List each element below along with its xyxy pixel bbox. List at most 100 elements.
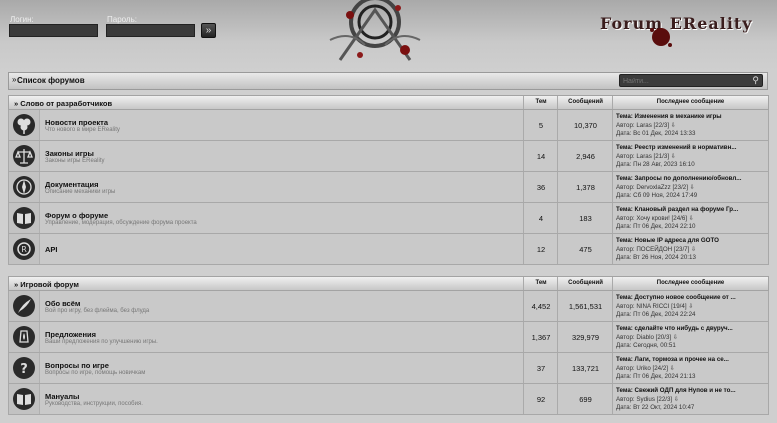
- last-post-info: Тема: Изменения в механике игры Автор: La…: [616, 113, 766, 139]
- last-post-info: Тема: Новые IP адреса для GOTO Автор: ПОС…: [616, 237, 766, 263]
- category-title[interactable]: » Игровой форум: [14, 280, 79, 289]
- password-label: Пароль:: [107, 15, 137, 24]
- forum-description: Описание механики игры: [45, 189, 116, 195]
- forum-icon-cell: [9, 291, 40, 321]
- forum-row: Документация Описание механики игры 36 1,37…: [8, 172, 769, 203]
- topic-count: 4: [538, 214, 544, 223]
- last-post-topic-link[interactable]: Тема: сделайте что нибудь с двуруч...: [616, 325, 766, 334]
- topic-count: 12: [536, 245, 546, 254]
- forum-name-link[interactable]: Форум о форуме: [45, 211, 108, 220]
- last-post-date: Дата: Вс 01 Дек, 2024 13:33: [616, 130, 696, 137]
- forum-name-link[interactable]: Документация: [45, 180, 99, 189]
- forum-icon-cell: [9, 203, 40, 233]
- post-count: 133,721: [571, 364, 600, 373]
- last-post-topic-link[interactable]: Тема: Изменения в механике игры: [616, 113, 766, 122]
- forum-icon-cell: ?: [9, 353, 40, 383]
- category-header: » Слово от разработчиков Тем Сообщений П…: [8, 95, 769, 110]
- last-post-column-header: Последнее сообщение: [656, 280, 725, 286]
- forum-name-link[interactable]: Предложения: [45, 330, 96, 339]
- forum-name-link[interactable]: Законы игры: [45, 149, 94, 158]
- login-submit-button[interactable]: »: [201, 23, 216, 38]
- last-post-author[interactable]: Автор: Laras [22/3] ⇩: [616, 122, 766, 131]
- last-post-author[interactable]: Автор: Uriko [24/2] ⇩: [616, 365, 766, 374]
- topic-count: 14: [536, 152, 546, 161]
- last-post-topic-link[interactable]: Тема: Свежий ОДП для Нупов и не то...: [616, 387, 766, 396]
- category-header: » Игровой форум Тем Сообщений Последнее …: [8, 276, 769, 291]
- scales-icon: [13, 145, 35, 167]
- forum-name-link[interactable]: Обо всём: [45, 299, 80, 308]
- topic-count: 4,452: [531, 302, 551, 311]
- last-post-topic-link[interactable]: Тема: Лаги, тормоза и прочее на се...: [616, 356, 766, 365]
- lantern-icon: [13, 326, 35, 348]
- post-count: 2,946: [576, 152, 595, 161]
- forum-index-link[interactable]: Список форумов: [17, 76, 85, 85]
- last-post-date: Дата: Сегодня, 00:51: [616, 342, 676, 349]
- search-input[interactable]: [623, 76, 743, 86]
- book-icon: [13, 207, 35, 229]
- book-icon: [13, 388, 35, 410]
- forum-name-link[interactable]: Новости проекта: [45, 118, 108, 127]
- last-post-topic-link[interactable]: Тема: Клановый раздел на форуме Гр...: [616, 206, 766, 215]
- forum-name-link[interactable]: Вопросы по игре: [45, 361, 109, 370]
- blood-splat-icon: [650, 28, 672, 47]
- last-post-author[interactable]: Автор: Sydius [22/3] ⇩: [616, 396, 766, 405]
- forum-description: Ваши предложения по улучшению игры.: [45, 339, 158, 345]
- forum-row: ? Вопросы по игре Вопросы по игре, помощь …: [8, 353, 769, 384]
- last-post-author[interactable]: Автор: Laras [21/3] ⇩: [616, 153, 766, 162]
- quill-icon: [13, 295, 35, 317]
- forum-icon-cell: R: [9, 234, 40, 264]
- post-count: 475: [579, 245, 592, 254]
- last-post-author[interactable]: Автор: Diablo [20/3] ⇩: [616, 334, 766, 343]
- last-post-date: Дата: Сб 09 Ноя, 2024 17:49: [616, 192, 698, 199]
- api-icon: R: [13, 238, 35, 260]
- last-post-author[interactable]: Автор: Хочу крови! [24/6] ⇩: [616, 215, 766, 224]
- last-post-date: Дата: Пт 06 Дек, 2024 22:24: [616, 311, 696, 318]
- site-header: Логин: Пароль: » Forum EReality: [0, 0, 777, 70]
- forum-icon-cell: [9, 322, 40, 352]
- last-post-topic-link[interactable]: Тема: Новые IP адреса для GOTO: [616, 237, 766, 246]
- forum-row: Мануалы Руководства, инструкции, пособия.…: [8, 384, 769, 415]
- last-post-date: Дата: Пт 06 Дек, 2024 22:10: [616, 223, 696, 230]
- post-count: 329,979: [571, 333, 600, 342]
- search-icon[interactable]: ⚲: [752, 75, 759, 86]
- last-post-topic-link[interactable]: Тема: Запросы по дополнению/обновл...: [616, 175, 766, 184]
- last-post-topic-link[interactable]: Тема: Доступно новое сообщение от ...: [616, 294, 766, 303]
- topic-count: 37: [536, 364, 546, 373]
- forum-row: Обо всём Вой про игру, без флейма, без фл…: [8, 291, 769, 322]
- last-post-topic-link[interactable]: Тема: Реестр изменений в нормативн...: [616, 144, 766, 153]
- forum-description: Что нового в мире EReality: [45, 127, 120, 133]
- category-game: » Игровой форум Тем Сообщений Последнее …: [8, 276, 769, 415]
- search-box: ⚲: [619, 74, 763, 87]
- last-post-date: Дата: Пн 28 Авг, 2023 16:10: [616, 161, 695, 168]
- last-post-author[interactable]: Автор: DervoxlaZzz [23/2] ⇩: [616, 184, 766, 193]
- forum-name-link[interactable]: API: [45, 245, 58, 254]
- posts-column-header: Сообщений: [568, 99, 603, 105]
- last-post-author[interactable]: Автор: NINA RICCI [19/4] ⇩: [616, 303, 766, 312]
- post-count: 1,561,531: [568, 302, 603, 311]
- password-input[interactable]: [106, 24, 195, 37]
- compass-icon: [13, 176, 35, 198]
- nav-bullet: »: [12, 75, 17, 84]
- forum-navbar: » Список форумов ⚲: [8, 72, 768, 90]
- category-developers: » Слово от разработчиков Тем Сообщений П…: [8, 95, 769, 265]
- svg-text:R: R: [21, 245, 27, 254]
- last-post-info: Тема: Клановый раздел на форуме Гр... Авт…: [616, 206, 766, 232]
- last-post-date: Дата: Пт 06 Дек, 2024 21:13: [616, 373, 696, 380]
- topics-column-header: Тем: [535, 280, 547, 286]
- forum-row: R API 12 475 Тема: Новые IP адреса для GOTO А…: [8, 234, 769, 265]
- last-post-info: Тема: Доступно новое сообщение от ... Авт…: [616, 294, 766, 320]
- posts-column-header: Сообщений: [568, 280, 603, 286]
- forum-icon-cell: [9, 141, 40, 171]
- forum-row: Законы игры Законы игры EReality 14 2,946 Те…: [8, 141, 769, 172]
- last-post-author[interactable]: Автор: ПОСЕЙДОН [23/7] ⇩: [616, 246, 766, 255]
- post-count: 699: [579, 395, 592, 404]
- site-logo[interactable]: Forum EReality: [600, 14, 753, 33]
- forum-name-link[interactable]: Мануалы: [45, 392, 79, 401]
- last-post-info: Тема: Лаги, тормоза и прочее на се... Авт…: [616, 356, 766, 382]
- svg-text:?: ?: [20, 362, 28, 377]
- topic-count: 1,367: [531, 333, 551, 342]
- last-post-column-header: Последнее сообщение: [656, 99, 725, 105]
- login-input[interactable]: [9, 24, 98, 37]
- topic-count: 36: [536, 183, 546, 192]
- category-title[interactable]: » Слово от разработчиков: [14, 99, 112, 108]
